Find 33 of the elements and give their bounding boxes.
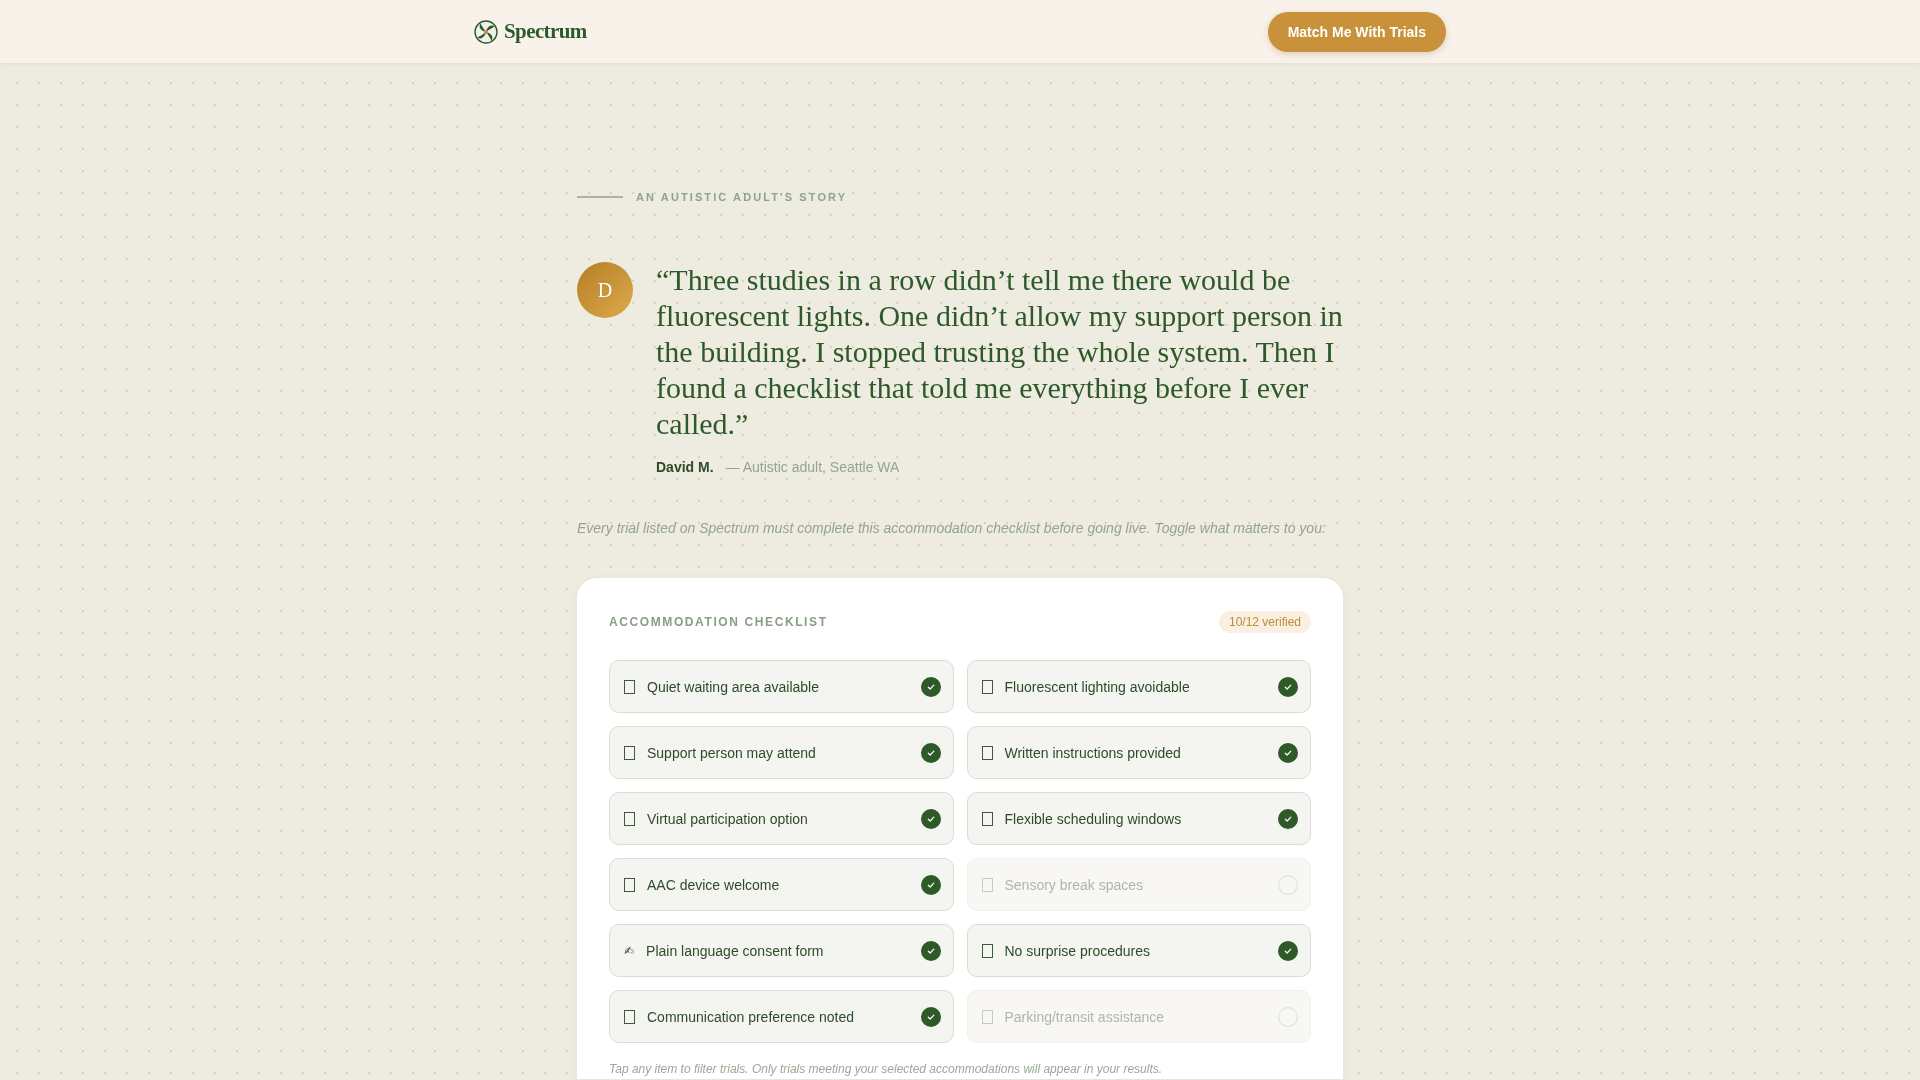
square-outline-icon: [981, 745, 993, 760]
avatar: D: [577, 262, 633, 318]
checklist-item[interactable]: Support person may attend: [609, 726, 954, 779]
writing-hand-icon: ✍: [624, 943, 635, 958]
checklist-item[interactable]: Flexible scheduling windows: [966, 792, 1311, 845]
footnote-text: Tap any item to filter trials. Only trials meeting your selected accommodations will appear in your results.: [609, 1062, 1164, 1077]
checklist-item[interactable]: No surprise procedures: [966, 924, 1311, 977]
square-outline-icon: [981, 1009, 993, 1024]
square-outline-icon: [981, 877, 993, 892]
square-outline-icon: [624, 1009, 635, 1024]
brand-name: Spectrum: [504, 19, 587, 44]
checklist-item[interactable]: Written instructions provided: [966, 726, 1311, 779]
checklist-item[interactable]: Virtual participation option: [609, 792, 954, 845]
intro-text: Every trial listed on Spectrum must complete this accommodation checklist before going live. Toggle what matters to you:: [577, 519, 1327, 537]
square-outline-icon: [624, 877, 635, 892]
verified-count-badge: 10/12 verified: [1218, 611, 1311, 633]
square-outline-icon: [624, 679, 635, 694]
checklist-title: ACCOMMODATION CHECKLIST: [609, 615, 828, 629]
square-outline-icon: [981, 679, 993, 694]
author-name: David M.: [656, 459, 714, 476]
checklist-item[interactable]: Communication preference noted: [609, 990, 954, 1043]
checklist-item[interactable]: Fluorescent lighting avoidable: [966, 660, 1311, 713]
checklist-item[interactable]: ✍ Plain language consent form: [609, 924, 954, 977]
testimonial-quote: “Three studies in a row didn’t tell me there would be fluorescent lights. One didn’t allow my support person in the building. I stopped trusting the whole system. Then I found a checklist that told me everything before I ever called.”: [656, 262, 1344, 442]
author-detail: — Autistic adult, Seattle WA: [725, 459, 900, 476]
square-outline-icon: [624, 745, 635, 760]
checklist-item[interactable]: Quiet waiting area available: [609, 660, 954, 713]
square-outline-icon: [624, 811, 635, 826]
checklist-item[interactable]: AAC device welcome: [609, 858, 954, 911]
square-outline-icon: [981, 811, 993, 826]
section-eyebrow: AN AUTISTIC ADULT'S STORY: [636, 190, 848, 204]
logo-icon: [474, 19, 498, 44]
square-outline-icon: [981, 943, 993, 958]
